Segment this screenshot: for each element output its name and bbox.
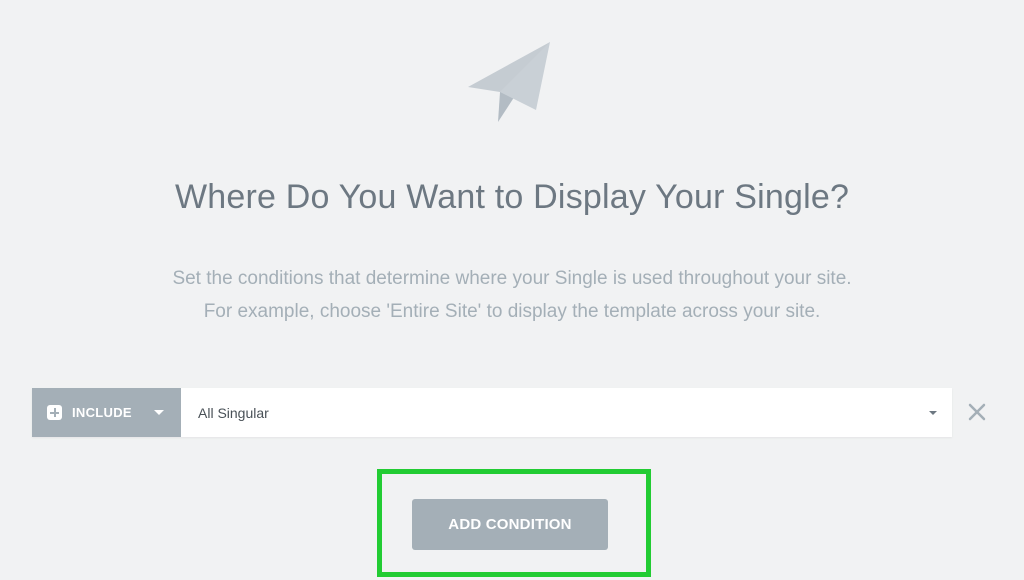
description-line-2: For example, choose 'Entire Site' to dis…: [203, 301, 821, 322]
description-line-1: Set the conditions that determine where …: [172, 268, 852, 289]
condition-value-select[interactable]: All Singular: [181, 388, 952, 437]
plus-square-icon: [47, 405, 62, 420]
close-icon[interactable]: [966, 401, 988, 423]
publish-conditions-page: Where Do You Want to Display Your Single…: [0, 0, 1024, 580]
condition-row: INCLUDE All Singular: [32, 388, 952, 437]
condition-type-select[interactable]: INCLUDE: [32, 388, 181, 437]
caret-down-icon: [929, 410, 937, 415]
page-title: Where Do You Want to Display Your Single…: [174, 178, 850, 216]
condition-value-label: All Singular: [198, 404, 269, 421]
condition-type-label: INCLUDE: [72, 405, 132, 420]
caret-down-icon: [153, 410, 164, 415]
add-condition-button[interactable]: ADD CONDITION: [412, 499, 608, 550]
paper-plane-icon: [468, 42, 550, 122]
page-description: Set the conditions that determine where …: [0, 262, 1024, 328]
